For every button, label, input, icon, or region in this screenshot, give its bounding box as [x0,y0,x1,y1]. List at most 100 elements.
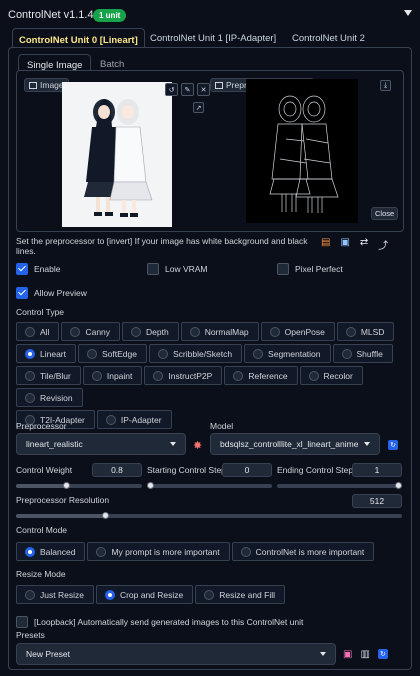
pixel-perfect-label: Pixel Perfect [295,264,343,274]
control-mode-label: Control Mode [16,525,68,535]
control-weight-label: Control Weight [16,465,73,475]
sketch-toggle-icon[interactable]: ↗ [193,102,204,113]
control-mode-prompt[interactable]: My prompt is more important [87,542,230,561]
option-label: OpenPose [284,326,325,337]
start-step-input[interactable]: 0 [222,463,272,477]
send-dimensions-icon[interactable]: ⤴ [378,237,388,252]
controlnet-header[interactable]: ControlNet v1.1.416 1 unit [0,0,420,28]
collapse-triangle-icon[interactable] [404,10,412,16]
control-type-shuffle[interactable]: Shuffle [332,344,393,363]
control-type-reference[interactable]: Reference [224,366,298,385]
webcam-icon[interactable]: ▣ [340,237,349,252]
resolution-slider[interactable] [16,512,402,520]
model-select[interactable]: bdsqlsz_controlllite_xl_lineart_anime [210,433,380,455]
radio-dot-icon [131,326,142,337]
option-label: Recolor [323,370,353,381]
new-canvas-icon[interactable]: ▤ [321,237,330,252]
unit-tabs: ControlNet Unit 0 [Lineart] ControlNet U… [8,28,412,52]
dropdown-arrow-icon [364,442,370,446]
close-preview-button[interactable]: Close [371,207,399,220]
start-step-slider[interactable] [147,482,272,490]
low-vram-checkbox[interactable]: Low VRAM [147,263,208,275]
enable-label: Enable [34,264,61,274]
control-type-scribble[interactable]: Scribble/Sketch [148,344,243,363]
resize-mode-just-resize[interactable]: Just Resize [16,585,94,604]
refresh-presets-icon[interactable]: ↻ [377,649,388,659]
preview-image [246,79,358,223]
allow-preview-label: Allow Preview [34,288,87,298]
option-label: MLSD [360,326,385,337]
control-type-recolor[interactable]: Recolor [299,366,363,385]
control-type-normalmap[interactable]: NormalMap [180,322,259,341]
control-type-softedge[interactable]: SoftEdge [78,344,147,363]
undo-icon[interactable]: ↺ [165,83,178,96]
swap-icon[interactable]: ⇄ [360,237,368,252]
control-type-depth[interactable]: Depth [122,322,179,341]
control-type-canny[interactable]: Canny [61,322,121,341]
save-preset-icon[interactable]: ▣ [343,649,352,660]
resolution-knob[interactable] [102,512,109,519]
radio-dot-icon [157,348,168,359]
enable-checkbox[interactable]: Enable [16,263,60,275]
presets-label: Presets [16,630,45,640]
resize-mode-fill[interactable]: Resize and Fill [195,585,285,604]
run-preprocessor-icon[interactable]: ✸ [193,439,202,452]
presets-select[interactable]: New Preset [16,643,336,665]
resize-mode-group: Just Resize Crop and Resize Resize and F… [16,585,404,607]
invert-hint: Set the preprocessor to [invert] If your… [16,236,308,256]
control-mode-balanced[interactable]: Balanced [16,542,86,561]
resize-mode-crop[interactable]: Crop and Resize [95,585,194,604]
control-type-mlsd[interactable]: MLSD [336,322,395,341]
start-step-label: Starting Control Step [147,465,226,475]
option-label: SoftEdge [102,348,137,359]
loopback-checkbox[interactable]: [Loopback] Automatically send generated … [16,616,303,628]
preprocessor-value: lineart_realistic [26,439,83,449]
tab-unit-1[interactable]: ControlNet Unit 1 [IP-Adapter] [150,33,276,44]
resolution-input[interactable]: 512 [352,494,402,508]
pixel-perfect-check-icon [277,263,289,275]
control-type-openpose[interactable]: OpenPose [260,322,335,341]
radio-dot-icon [70,326,81,337]
preprocessor-select[interactable]: lineart_realistic [16,433,186,455]
dropdown-arrow-icon [320,652,326,656]
start-step-knob[interactable] [147,482,154,489]
control-type-all[interactable]: All [16,322,60,341]
radio-dot-icon [308,370,319,381]
end-step-knob[interactable] [395,482,402,489]
allow-preview-check-icon [16,287,28,299]
delete-preset-icon[interactable]: ▥ [360,649,369,660]
control-type-segmentation[interactable]: Segmentation [244,344,331,363]
tab-batch[interactable]: Batch [100,59,124,70]
input-image-panel[interactable]: Image ↺ ✎ ✕ ↗ [22,76,210,228]
header-title: ControlNet v1.1.416 [8,9,106,21]
download-icon[interactable]: ⤓ [380,80,391,91]
control-type-tile[interactable]: Tile/Blur [16,366,81,385]
control-mode-controlnet[interactable]: ControlNet is more important [231,542,375,561]
radio-dot-icon [25,326,35,337]
control-type-instructp2p[interactable]: InstructP2P [144,366,223,385]
option-label: Inpaint [106,370,133,381]
control-weight-knob[interactable] [63,482,70,489]
end-step-input[interactable]: 1 [352,463,402,477]
radio-dot-icon [96,546,107,557]
control-type-ip-adapter[interactable]: IP-Adapter [96,410,172,429]
control-type-row-2: Lineart SoftEdge Scribble/Sketch Segment… [16,344,404,366]
option-label: Lineart [40,348,66,359]
edit-icon[interactable]: ✎ [181,83,194,96]
model-value: bdsqlsz_controlllite_xl_lineart_anime [220,439,359,449]
control-weight-slider[interactable] [16,482,142,490]
end-step-slider[interactable] [277,482,402,490]
refresh-models-icon[interactable]: ↻ [388,440,398,450]
radio-dot-icon [233,370,244,381]
pixel-perfect-checkbox[interactable]: Pixel Perfect [277,263,343,275]
control-weight-input[interactable]: 0.8 [92,463,142,477]
control-type-lineart[interactable]: Lineart [16,344,76,363]
tab-unit-2[interactable]: ControlNet Unit 2 [292,33,365,44]
option-label: Revision [40,392,73,403]
control-type-revision[interactable]: Revision [16,388,83,407]
allow-preview-checkbox[interactable]: Allow Preview [16,287,87,299]
presets-value: New Preset [26,649,70,659]
preprocessor-label: Preprocessor [16,421,67,431]
radio-dot-icon [253,348,264,359]
control-type-inpaint[interactable]: Inpaint [82,366,143,385]
